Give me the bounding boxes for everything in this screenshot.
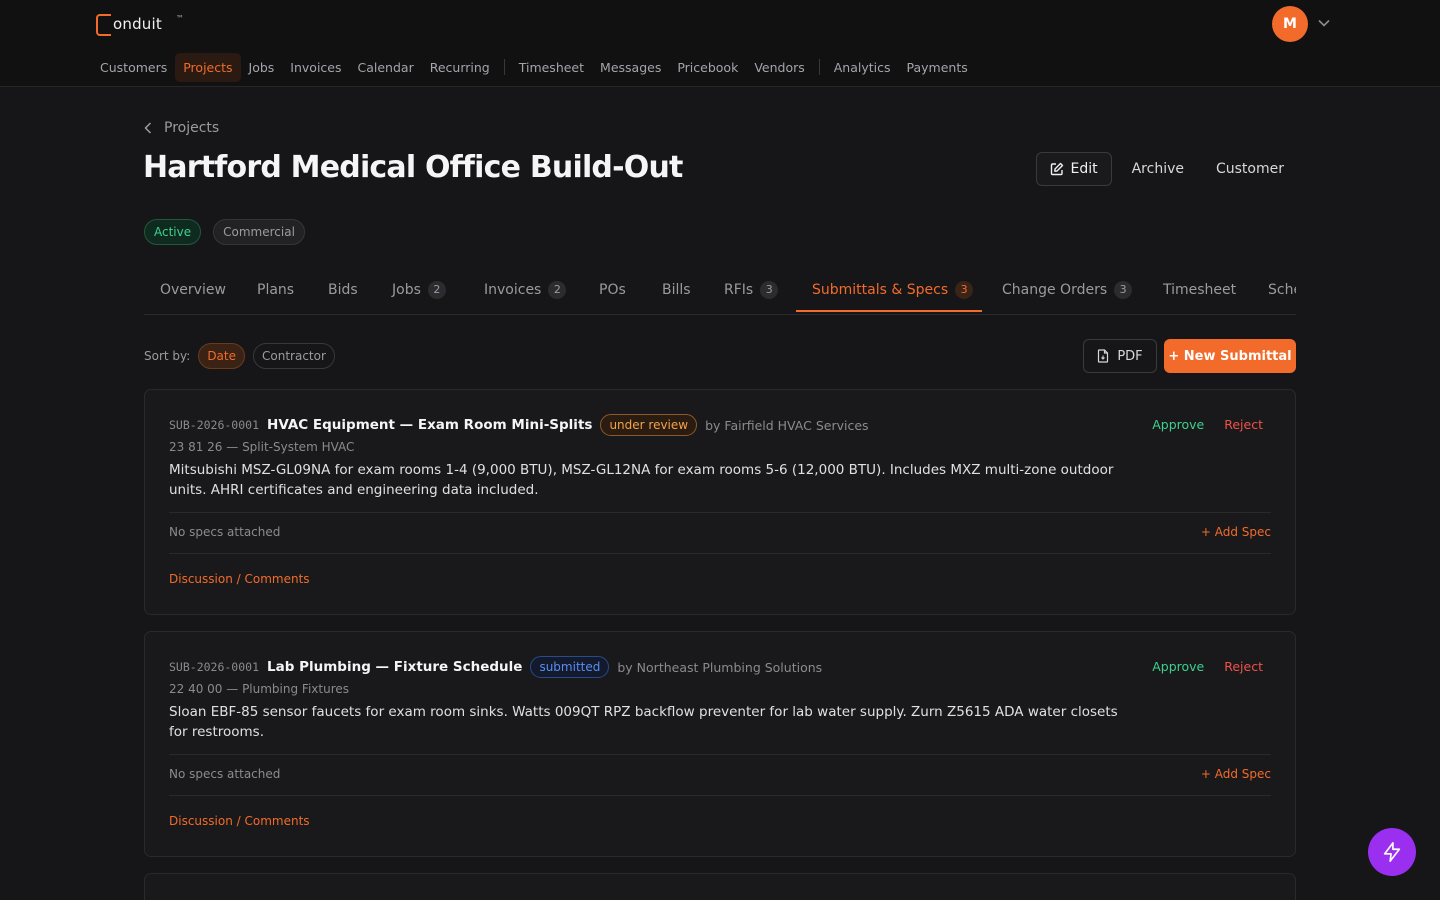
nav-jobs[interactable]: Jobs [241, 53, 283, 82]
spec-section: 23 81 26 — Split-System HVAC [169, 440, 355, 454]
submittal-description: Mitsubishi MSZ-GL09NA for exam rooms 1-4… [169, 462, 1114, 498]
add-spec-button[interactable]: + Add Spec [1201, 767, 1271, 781]
logo-text: onduit [113, 15, 162, 33]
app-logo[interactable]: onduit ™ [96, 12, 184, 36]
nav-invoices[interactable]: Invoices [282, 53, 349, 82]
tab-timesheet[interactable]: Timesheet [1147, 268, 1252, 312]
edit-label: Edit [1070, 161, 1098, 177]
status-badge: Active [144, 219, 202, 245]
project-badges: Active Commercial [144, 219, 317, 245]
nav-analytics[interactable]: Analytics [826, 53, 899, 82]
nav-projects[interactable]: Projects [175, 52, 241, 82]
page-title: Hartford Medical Office Build-Out [143, 150, 683, 185]
tab-count: 3 [760, 281, 779, 299]
submittal-header: SUB-2026-0001 HVAC Equipment — Exam Room… [169, 414, 869, 436]
top-header: onduit ™ M Customers Projects Jobs Invoi… [0, 0, 1440, 87]
tab-count: 3 [1114, 281, 1133, 299]
submittal-title[interactable]: HVAC Equipment — Exam Room Mini-Splits [267, 417, 592, 433]
logo-mark-icon [96, 14, 111, 36]
project-tabs: Overview Plans Bids Jobs 2 Invoices 2 POs … [144, 268, 1296, 315]
status-badge: under review [600, 414, 698, 436]
nav-calendar[interactable]: Calendar [350, 53, 422, 82]
divider [169, 512, 1271, 513]
tab-rfis[interactable]: RFIs 3 [708, 268, 794, 312]
submittal-actions: Approve Reject [1152, 417, 1263, 432]
nav-messages[interactable]: Messages [592, 53, 669, 82]
no-specs-text: No specs attached [169, 767, 281, 781]
discussion-link[interactable]: Discussion / Comments [169, 572, 310, 586]
reject-button[interactable]: Reject [1224, 417, 1263, 432]
user-avatar[interactable]: M [1272, 6, 1308, 42]
approve-button[interactable]: Approve [1152, 417, 1204, 432]
chevron-down-icon[interactable] [1317, 16, 1331, 30]
sort-bar: Sort by: Date Contractor [144, 343, 343, 369]
sort-contractor-chip[interactable]: Contractor [253, 343, 335, 369]
sort-label: Sort by: [144, 349, 191, 363]
submittal-description: Sloan EBF-85 sensor faucets for exam roo… [169, 704, 1118, 740]
tab-change-orders[interactable]: Change Orders 3 [986, 268, 1148, 312]
nav-pricebook[interactable]: Pricebook [669, 53, 746, 82]
submittal-card: SUB-2026-0001 Lab Plumbing — Fixture Sch… [144, 631, 1296, 857]
chevron-left-icon [144, 121, 156, 135]
tab-bills[interactable]: Bills [646, 268, 707, 312]
tab-bids[interactable]: Bids [312, 268, 374, 312]
edit-button[interactable]: Edit [1036, 152, 1112, 186]
new-submittal-button[interactable]: + New Submittal [1164, 339, 1296, 373]
sort-date-chip[interactable]: Date [198, 343, 245, 369]
status-badge: submitted [530, 656, 610, 678]
approve-button[interactable]: Approve [1152, 659, 1204, 674]
logo-trademark: ™ [175, 14, 184, 23]
header-actions: Edit Archive Customer [1036, 152, 1296, 186]
tab-submittals-specs[interactable]: Submittals & Specs 3 [796, 268, 989, 312]
submittal-title[interactable]: Lab Plumbing — Fixture Schedule [267, 659, 522, 675]
edit-icon [1050, 162, 1064, 176]
submittal-header: SUB-2026-0001 Lab Plumbing — Fixture Sch… [169, 656, 822, 678]
nav-payments[interactable]: Payments [899, 53, 976, 82]
back-label: Projects [164, 120, 220, 136]
main-nav: Customers Projects Jobs Invoices Calenda… [92, 52, 976, 82]
type-badge: Commercial [213, 219, 305, 245]
divider [169, 553, 1271, 554]
nav-timesheet[interactable]: Timesheet [511, 53, 592, 82]
assistant-fab[interactable] [1368, 828, 1416, 876]
no-specs-text: No specs attached [169, 525, 281, 539]
submittal-id: SUB-2026-0001 [169, 418, 260, 432]
tab-overview[interactable]: Overview [144, 268, 242, 312]
reject-button[interactable]: Reject [1224, 659, 1263, 674]
tab-count: 3 [955, 281, 974, 299]
tab-jobs[interactable]: Jobs 2 [376, 268, 462, 312]
archive-button[interactable]: Archive [1132, 152, 1184, 186]
discussion-link[interactable]: Discussion / Comments [169, 814, 310, 828]
nav-customers[interactable]: Customers [92, 53, 175, 82]
tab-schedule[interactable]: Sche [1252, 268, 1296, 312]
divider [169, 795, 1271, 796]
submittal-actions: Approve Reject [1152, 659, 1263, 674]
lightning-icon [1381, 841, 1403, 863]
submittal-card: SUB-2026-0001 HVAC Equipment — Exam Room… [144, 389, 1296, 615]
spec-section: 22 40 00 — Plumbing Fixtures [169, 682, 349, 696]
active-tab-indicator [796, 310, 982, 312]
divider [169, 754, 1271, 755]
submittal-byline: by Northeast Plumbing Solutions [617, 659, 823, 675]
nav-vendors[interactable]: Vendors [746, 53, 812, 82]
tab-count: 2 [427, 281, 446, 299]
pdf-button[interactable]: PDF [1083, 339, 1157, 373]
tab-invoices[interactable]: Invoices 2 [468, 268, 582, 312]
nav-divider [503, 59, 505, 75]
tab-plans[interactable]: Plans [241, 268, 310, 312]
add-spec-button[interactable]: + Add Spec [1201, 525, 1271, 539]
pdf-label: PDF [1117, 348, 1143, 364]
customer-button[interactable]: Customer [1216, 152, 1284, 186]
nav-recurring[interactable]: Recurring [422, 53, 498, 82]
file-pdf-icon [1097, 349, 1109, 363]
back-to-projects-link[interactable]: Projects [144, 120, 219, 136]
tab-count: 2 [548, 281, 567, 299]
submittal-id: SUB-2026-0001 [169, 660, 260, 674]
submittal-byline: by Fairfield HVAC Services [705, 417, 869, 433]
tab-pos[interactable]: POs [583, 268, 642, 312]
nav-divider [818, 59, 820, 75]
submittal-card [144, 873, 1296, 900]
